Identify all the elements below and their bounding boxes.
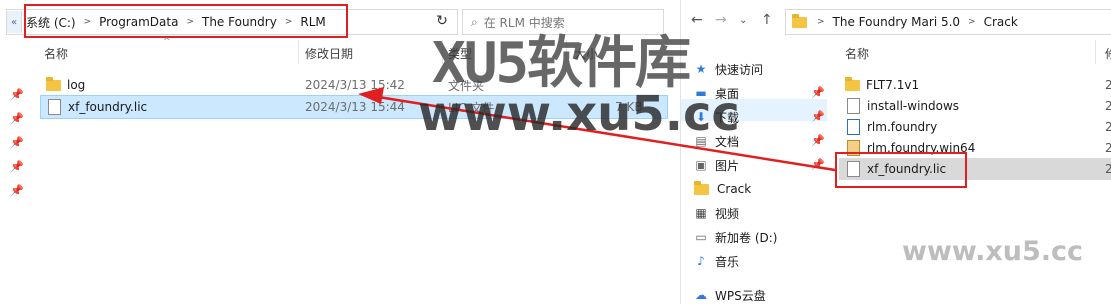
watermark-url: www.xu5.cc <box>418 86 740 142</box>
arrow-head <box>358 87 384 104</box>
watermark-url-small: www.xu5.cc <box>902 236 1084 267</box>
